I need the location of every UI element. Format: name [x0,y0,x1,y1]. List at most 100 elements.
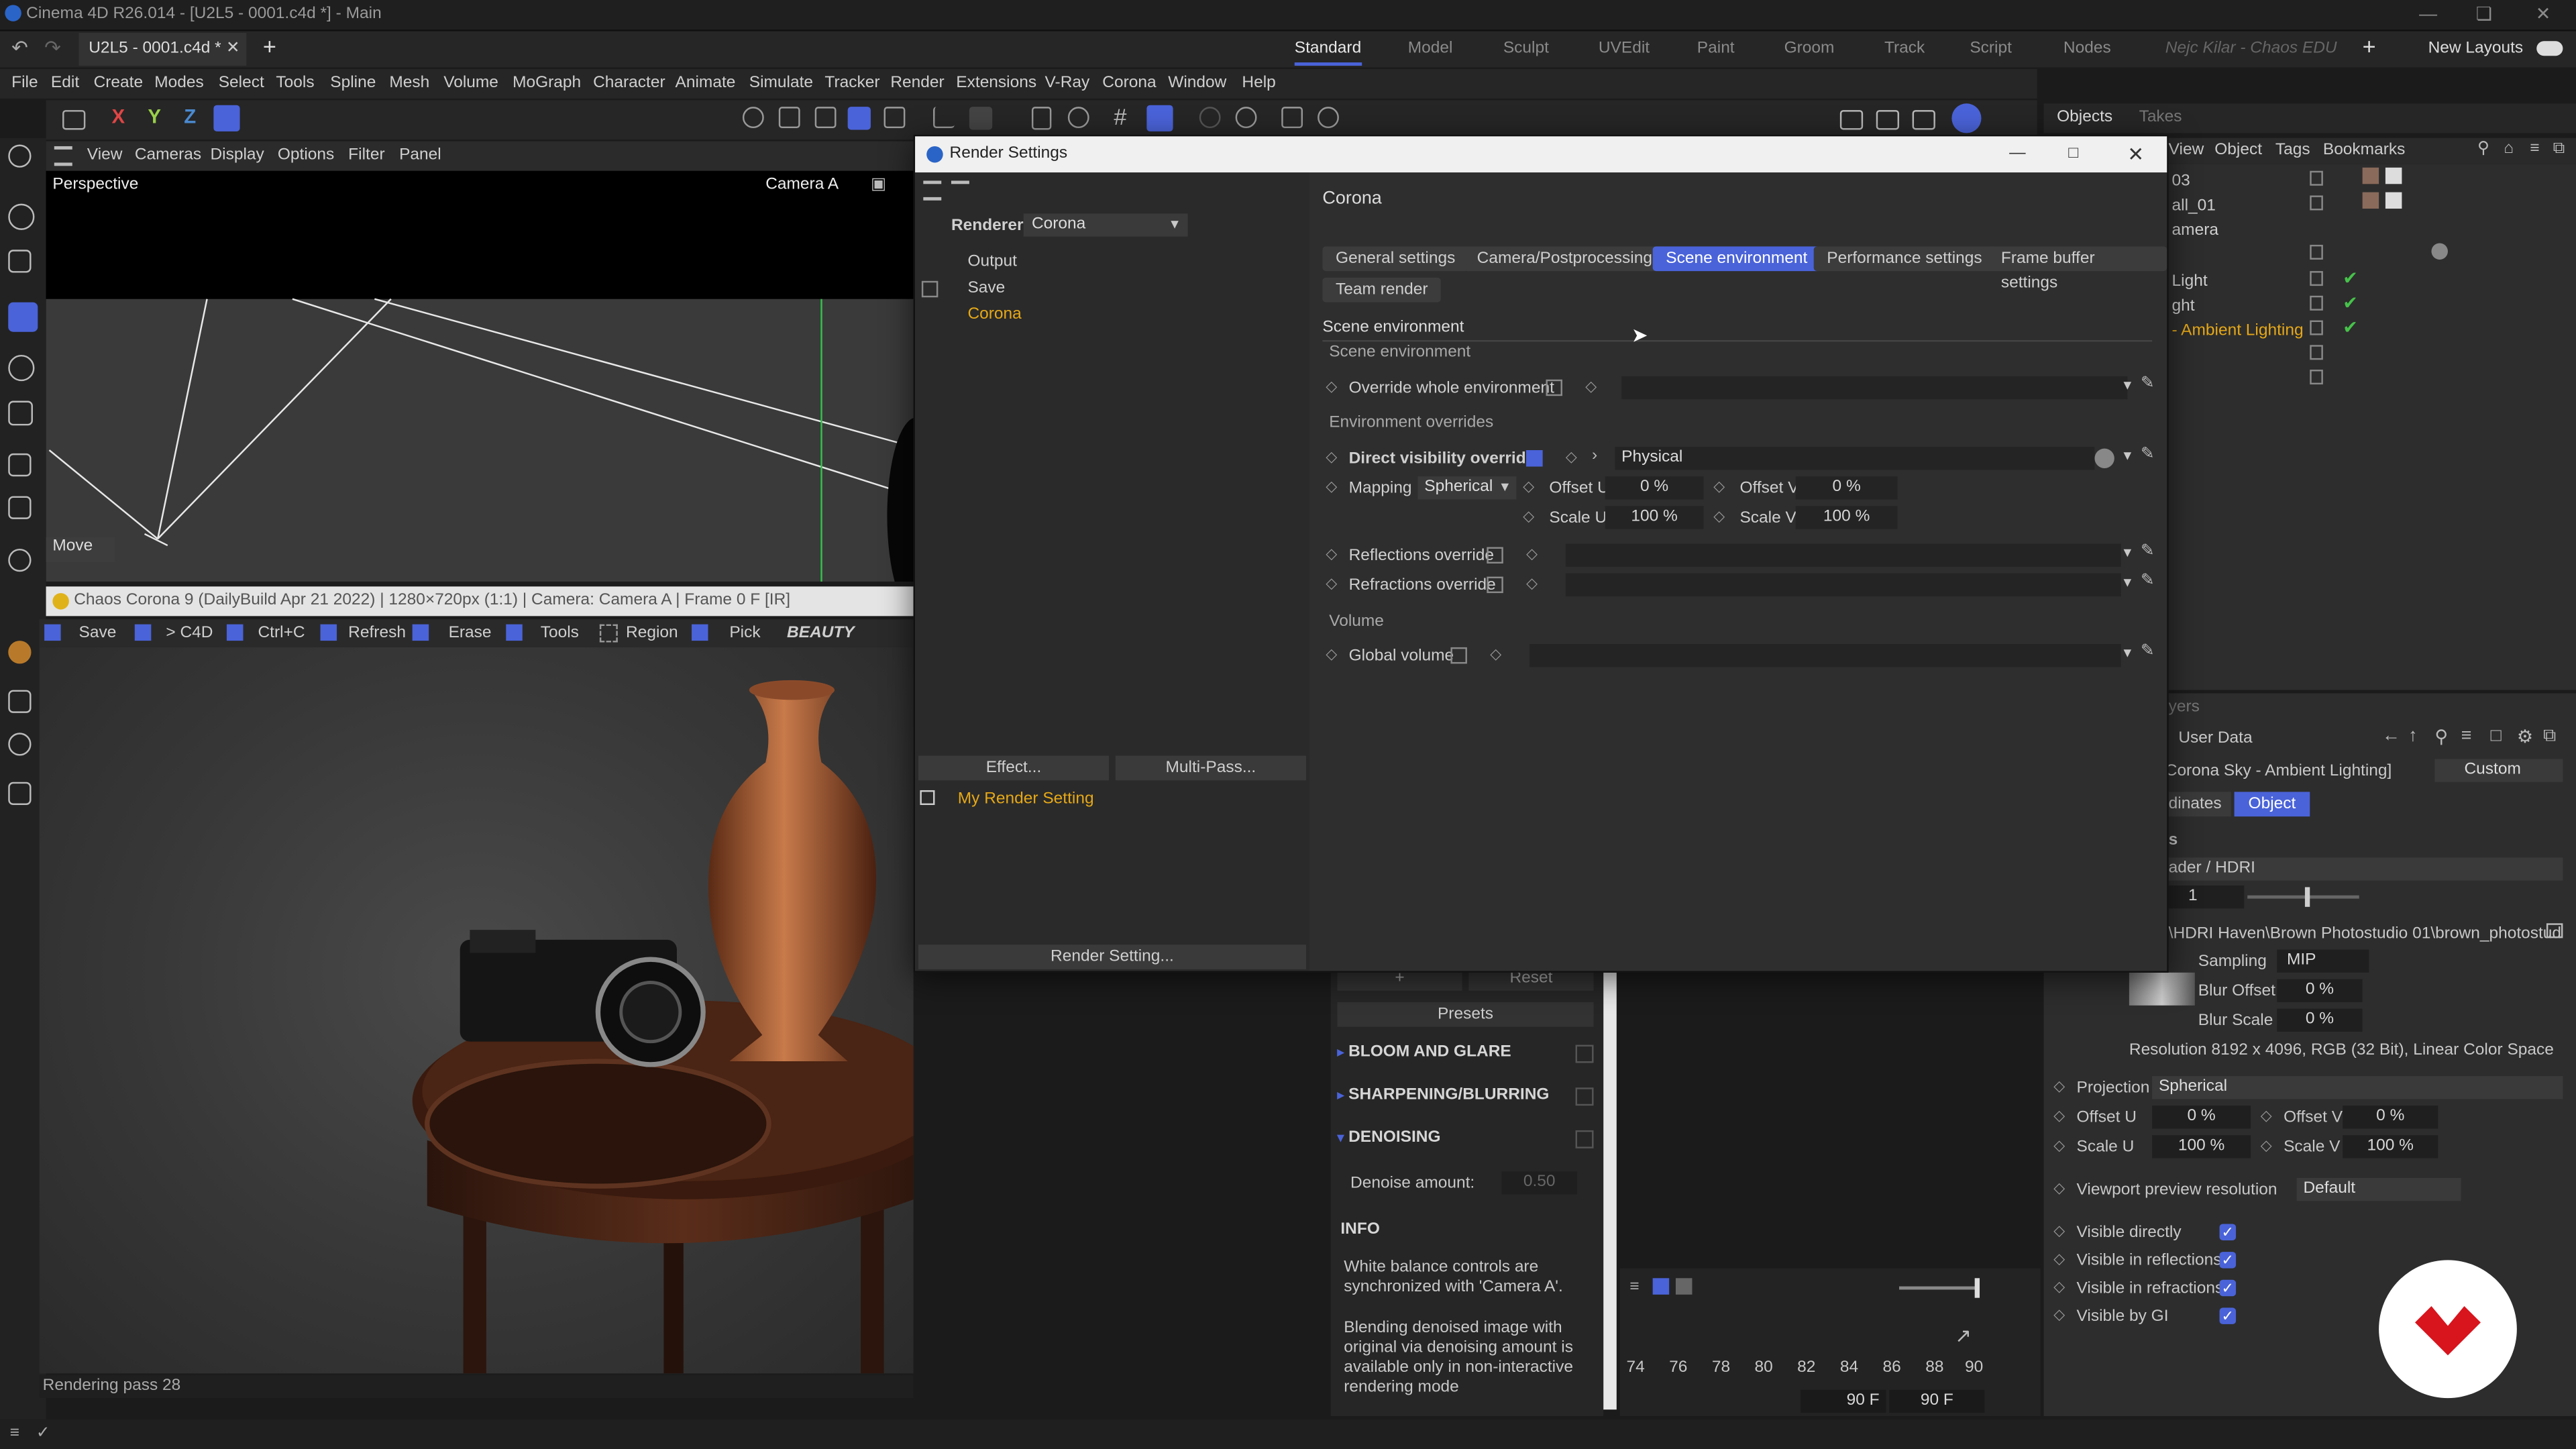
max-frame-field[interactable]: 90 F [1801,1389,1886,1413]
timeline-expand-icon[interactable]: ↗ [1955,1324,1972,1347]
bloom-glare-checkbox[interactable] [1575,1044,1594,1063]
irw-c4d-icon[interactable] [134,624,152,641]
sharpening-section[interactable]: ▸ SHARPENING/BLURRING [1337,1078,1597,1114]
direct-visibility-override-checkbox[interactable] [1526,450,1543,467]
denoise-amount-field[interactable]: 0.50 [1501,1171,1578,1195]
menu-corona[interactable]: Corona [1102,72,1156,95]
tab-camera-postprocessing[interactable]: Camera/Postprocessing [1464,246,1666,272]
shader-slider-handle[interactable] [2304,887,2310,907]
tab-coordinates[interactable]: dinates [2168,792,2231,817]
objects-menu-bookmarks[interactable]: Bookmarks [2323,142,2405,160]
end-frame-field[interactable]: 90 F [1889,1389,1985,1413]
z-axis-icon[interactable]: Z [184,105,196,128]
irw-to-c4d-button[interactable]: > C4D [166,623,213,644]
new-tab-icon[interactable]: + [263,33,276,59]
render-setting-button[interactable]: Render Setting... [918,945,1306,969]
points-mode-icon[interactable] [742,107,764,129]
add-layout-icon[interactable]: + [2363,33,2376,59]
dialog-maximize-icon[interactable]: □ [2068,136,2078,172]
move-tool-icon[interactable] [8,302,38,332]
irw-pass-selector[interactable]: BEAUTY [787,623,855,644]
layer-icon[interactable] [2310,370,2323,385]
viewport-menu-icon[interactable] [54,146,72,166]
visible-in-refractions-checkbox[interactable]: ✓ [2219,1279,2237,1297]
maximize-icon[interactable]: ❏ [2467,3,2500,26]
tree-item-output[interactable]: Output [967,253,1017,271]
status-check-icon[interactable]: ✓ [36,1424,50,1442]
layer-icon[interactable] [2310,345,2323,360]
snap-settings-icon[interactable] [1067,107,1089,129]
user-data-label[interactable]: User Data [2178,729,2252,747]
objects-search-icon[interactable]: ⚲ [2477,140,2489,158]
texture-tag-icon[interactable] [2385,192,2402,209]
rotate-tool-icon[interactable] [8,354,35,382]
layout-tab-sculpt[interactable]: Sculpt [1503,36,1549,62]
layer-icon[interactable] [2310,244,2323,260]
effect-button[interactable]: Effect... [918,755,1110,781]
menu-vray[interactable]: V-Ray [1045,72,1090,95]
irw-refresh-icon[interactable] [320,624,337,641]
global-volume-checkbox[interactable] [1450,647,1467,664]
knife-tool-icon[interactable] [8,548,32,572]
shader-dropdown[interactable]: ader / HDRI [2168,857,2563,881]
tweak-tool-icon[interactable] [8,250,32,273]
grid-icon[interactable]: # [1114,103,1126,129]
objects-filter-icon[interactable]: ≡ [2530,140,2539,158]
menu-simulate[interactable]: Simulate [749,72,813,95]
irw-pick-button[interactable]: Pick [729,623,760,644]
keyframe-diamond-icon[interactable]: ◇ [2053,1137,2065,1155]
viewport-preview-resolution-dropdown[interactable]: Default [2296,1177,2461,1201]
viewport-expand-icon[interactable]: ▣ [871,176,886,194]
layout-tab-standard[interactable]: Standard [1294,36,1362,66]
list-item-selected[interactable]: - Ambient Lighting [2172,319,2304,343]
menu-extensions[interactable]: Extensions [956,72,1036,95]
refractions-override-field[interactable] [1565,573,2121,596]
chevron-down-icon[interactable]: ▼ [2121,545,2134,560]
layer-icon[interactable] [2310,271,2323,286]
workplane-icon[interactable] [933,107,955,129]
keyframe-diamond-icon[interactable]: ◇ [2053,1222,2065,1240]
chevron-down-icon[interactable]: ▼ [2121,575,2134,590]
viewport-menu-options[interactable]: Options [278,145,334,168]
irw-region-icon[interactable] [599,624,618,643]
tab-object[interactable]: Object [2234,792,2310,817]
edit-pencil-icon[interactable]: ✎ [2141,374,2155,392]
hud-icon[interactable] [1281,107,1303,129]
grid-view-icon[interactable] [1652,1278,1670,1295]
keyframe-diamond-icon[interactable]: ◇ [2053,1278,2065,1296]
irw-copy-button[interactable]: Ctrl+C [258,623,305,644]
tab-takes[interactable]: Takes [2139,109,2182,127]
layers-tab-label[interactable]: yers [2169,698,2200,716]
objects-menu-view[interactable]: View [2169,142,2204,160]
keyframe-diamond-icon[interactable]: ◇ [2053,1306,2065,1324]
render-view-icon[interactable] [62,110,86,130]
paint-tool-icon[interactable] [8,733,32,756]
chevron-down-icon[interactable]: ▼ [2121,378,2134,392]
edges-mode-icon[interactable] [778,107,800,129]
sampling-dropdown[interactable]: MIP [2277,949,2369,973]
chevron-down-icon[interactable]: ▼ [2121,449,2134,464]
shader-value-field[interactable]: 1 [2168,885,2245,909]
menu-character[interactable]: Character [593,72,665,95]
grid-snap-icon[interactable] [1146,105,1173,131]
scale-v-field[interactable]: 100 % [1795,506,1898,529]
layout-tab-nodes[interactable]: Nodes [2063,36,2111,62]
irw-erase-button[interactable]: Erase [449,623,492,644]
perspective-viewport[interactable]: Perspective Camera A ▣ Move [46,170,914,582]
menu-render[interactable]: Render [890,72,944,95]
keyframe-diamond-icon[interactable]: ◇ [1526,545,1538,564]
keyframe-diamond-icon[interactable]: ◇ [1566,449,1577,467]
minimize-icon[interactable]: — [2412,3,2445,26]
render-tag-icon[interactable] [2431,243,2448,260]
direct-visibility-shader-field[interactable]: Physical [1615,447,2095,470]
offset-v-field[interactable]: 0 % [2343,1106,2438,1129]
blur-offset-field[interactable]: 0 % [2277,979,2363,1002]
edit-pencil-icon[interactable]: ✎ [2141,542,2155,560]
menu-edit[interactable]: Edit [51,72,79,95]
coordinate-system-icon[interactable] [213,105,240,131]
attr-settings-icon[interactable]: ⚙ [2517,726,2533,747]
material-tag-icon[interactable] [2362,192,2379,209]
list-item[interactable]: 03 [2172,169,2190,194]
menu-select[interactable]: Select [219,72,264,95]
keyframe-diamond-icon[interactable]: ◇ [1326,449,1337,467]
